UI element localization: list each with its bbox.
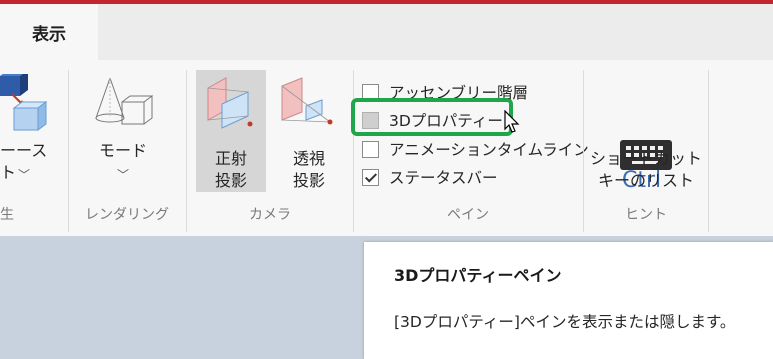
orthographic-projection-icon: [207, 77, 253, 129]
group-separator: [583, 70, 584, 232]
group-separator: [353, 70, 354, 232]
ribbon-panel: ーースト ﹀ 生 モード ﹀ レンダリング 正射 投影 透視 投影 カメラ アッ…: [0, 60, 773, 236]
checkbox-label: アニメーションタイムライン: [389, 141, 589, 159]
orthographic-label-1: 正射: [214, 149, 247, 168]
camera-group-label: カメラ: [249, 207, 291, 223]
checkbox[interactable]: [362, 140, 379, 158]
group-separator: [708, 70, 709, 232]
tooltip-title: 3Dプロパティーペイン: [394, 266, 562, 285]
group-separator: [186, 70, 187, 232]
shortcut-list-label-2[interactable]: キーのリスト: [588, 170, 704, 192]
group-separator: [68, 70, 69, 232]
tooltip-body: [3Dプロパティー]ペインを表示または隠します。: [394, 313, 736, 331]
pane-checkbox-status-bar[interactable]: ステータスバー: [362, 166, 498, 188]
mode-button-label[interactable]: モード: [92, 140, 154, 162]
cube-boost-icon[interactable]: [0, 74, 50, 140]
tab-view[interactable]: 表示: [0, 4, 98, 60]
visibility-group-label: 生: [0, 207, 14, 223]
tooltip: 3Dプロパティーペイン [3Dプロパティー]ペインを表示または隠します。: [364, 242, 773, 359]
perspective-label-2[interactable]: 投影: [274, 170, 344, 192]
highlight-box: [351, 98, 513, 136]
perspective-label-1[interactable]: 透視: [274, 148, 344, 170]
hints-group-label: ヒント: [625, 207, 667, 223]
render-mode-icon[interactable]: [92, 74, 154, 136]
chevron-down-icon[interactable]: ﹀: [14, 166, 34, 183]
chevron-down-icon[interactable]: ﹀: [113, 166, 133, 183]
panes-group-label: ペイン: [447, 207, 489, 223]
rendering-group-label: レンダリング: [85, 207, 169, 223]
ribbon-tab-strip: 表示: [0, 4, 773, 60]
checkbox-label: ステータスバー: [389, 169, 498, 187]
pane-checkbox-animation-timeline[interactable]: アニメーションタイムライン: [362, 138, 589, 160]
checkbox[interactable]: [362, 168, 379, 186]
shortcut-list-label-1[interactable]: ショートカット: [588, 148, 704, 170]
orthographic-label-2: 投影: [214, 171, 247, 190]
mouse-cursor-icon: [504, 110, 520, 133]
perspective-projection-icon[interactable]: [278, 76, 334, 132]
